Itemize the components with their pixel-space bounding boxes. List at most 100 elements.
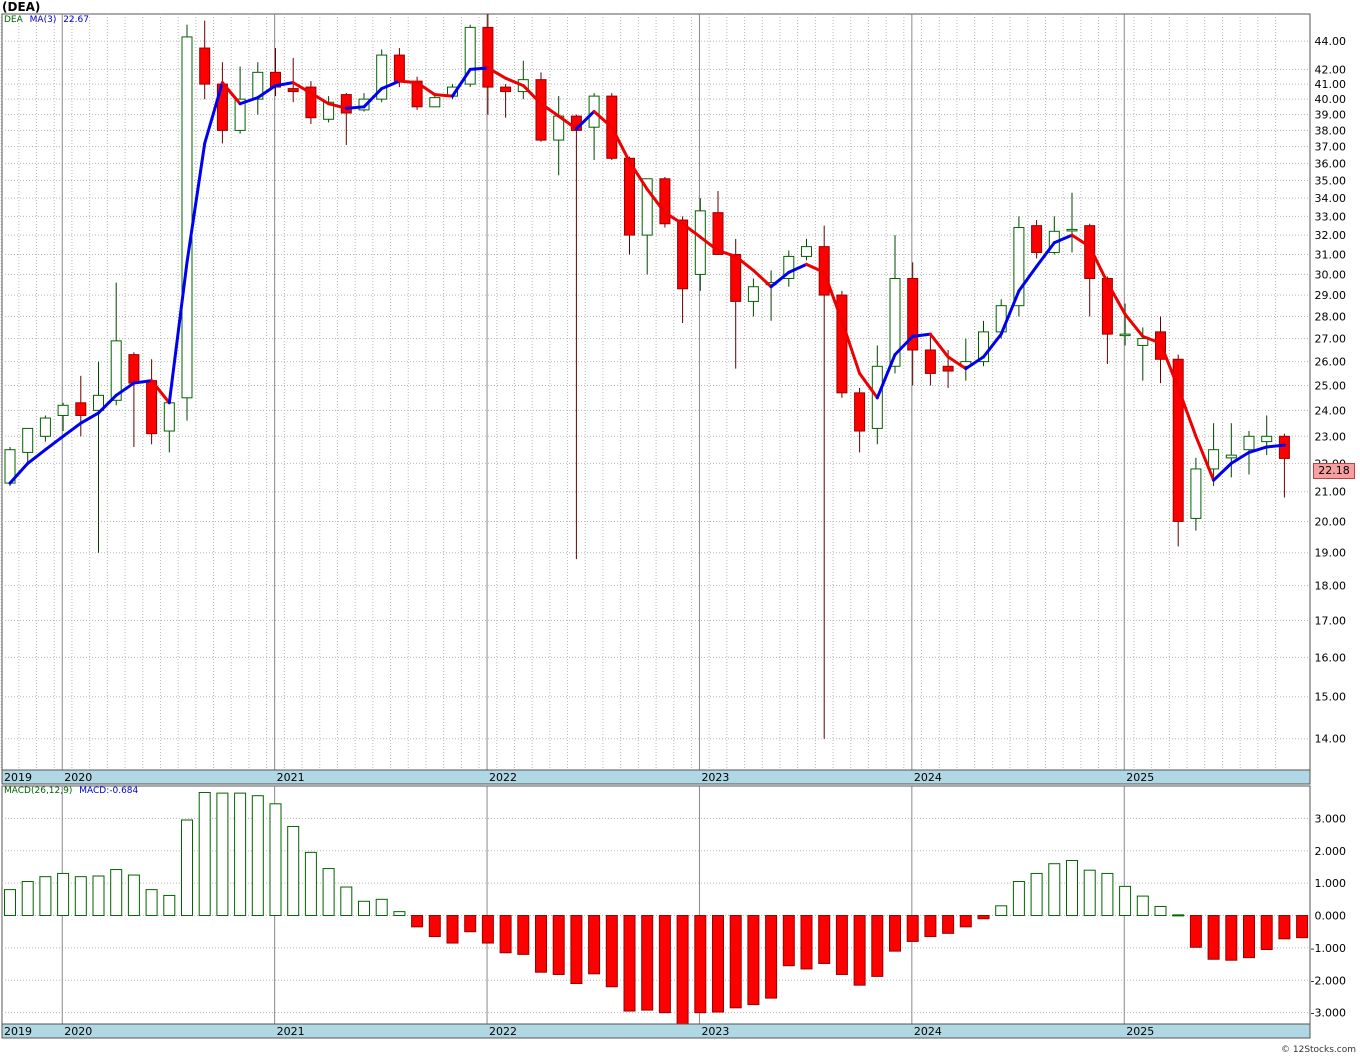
macd-bar <box>1154 905 1167 917</box>
candle-body <box>677 219 689 290</box>
price-tick-label: 38.00 <box>1315 124 1347 137</box>
price-tick-label: 29.00 <box>1315 289 1347 302</box>
macd-bar <box>889 915 901 952</box>
macd-bar <box>1119 885 1132 917</box>
candle-body <box>1243 435 1255 451</box>
macd-tick-label: -1.000 <box>1311 942 1346 955</box>
last-price-label: 22.18 <box>1313 463 1355 479</box>
price-tick-label: 21.00 <box>1315 486 1347 499</box>
macd-bar <box>340 886 353 917</box>
candle-body <box>146 380 158 435</box>
macd-bar <box>729 915 742 1009</box>
candle-body <box>57 404 69 416</box>
macd-bar <box>145 889 158 917</box>
macd-bar <box>658 915 671 1014</box>
candle-body <box>482 26 494 88</box>
macd-bar <box>765 915 778 999</box>
candle-body <box>942 365 954 372</box>
candle-body <box>393 54 405 82</box>
macd-plot-area <box>1 785 1311 1025</box>
price-tick-label: 40.00 <box>1315 93 1347 106</box>
price-tick-label: 37.00 <box>1315 141 1347 154</box>
macd-bar <box>517 915 530 955</box>
price-tick-label: 24.00 <box>1315 404 1347 417</box>
macd-bar <box>251 795 264 917</box>
macd-tick-label: 1.000 <box>1315 877 1347 890</box>
candle-body <box>75 402 87 416</box>
macd-bar <box>570 915 583 985</box>
macd-panel: 3.000 2.000 1.000 0.000 -1.000 -2.000 -3.000 20… <box>1 785 1347 1039</box>
price-tick-label: 30.00 <box>1315 268 1347 281</box>
macd-tick-label: 2.000 <box>1315 845 1347 858</box>
macd-bar <box>959 915 972 928</box>
price-tick-label: 15.00 <box>1315 691 1347 704</box>
macd-bar <box>605 915 618 988</box>
macd-bar <box>782 915 795 967</box>
credit-text: © 12Stocks.com <box>1281 1045 1356 1055</box>
macd-bar <box>1260 915 1273 951</box>
macd-bar <box>1189 915 1202 948</box>
macd-bar <box>747 915 760 1006</box>
macd-bar <box>375 898 388 917</box>
candle-body <box>694 210 706 275</box>
price-tick-label: 33.00 <box>1315 210 1347 223</box>
ma3-segment <box>1265 443 1286 449</box>
macd-bar <box>499 915 512 954</box>
legend-ma-value: 22.67 <box>63 15 89 25</box>
macd-bar <box>1048 863 1061 917</box>
macd-bar <box>1278 915 1291 940</box>
macd-bar <box>446 915 459 944</box>
price-tick-label: 36.00 <box>1315 157 1347 170</box>
price-tick-label: 32.00 <box>1315 229 1347 242</box>
price-tick-label: 17.00 <box>1315 614 1347 627</box>
candle-body <box>199 47 211 85</box>
candle-body <box>747 286 759 302</box>
macd-bar <box>181 819 193 917</box>
macd-bar <box>1083 869 1096 917</box>
candle-body <box>39 417 51 437</box>
macd-bar <box>216 792 229 917</box>
price-tick-label: 42.00 <box>1315 63 1347 76</box>
macd-bar <box>623 915 636 1012</box>
candle-body <box>340 94 352 114</box>
macd-bar <box>1225 915 1238 961</box>
price-x-label: 2020 <box>64 771 92 784</box>
candle-body <box>1278 435 1290 459</box>
macd-bar <box>676 915 689 1027</box>
macd-bar <box>588 915 601 975</box>
macd-bar <box>924 915 937 938</box>
macd-bar <box>995 905 1008 917</box>
macd-bar <box>906 915 919 942</box>
price-tick-label: 25.00 <box>1315 379 1347 392</box>
macd-label: MACD(26,12,9) <box>4 786 73 796</box>
candle-body <box>22 427 34 453</box>
macd-bar <box>481 915 494 944</box>
candle-body <box>128 354 140 384</box>
candle-body <box>1119 333 1131 337</box>
macd-bar <box>977 915 990 920</box>
macd-bar <box>287 825 300 917</box>
candle-body <box>429 97 441 108</box>
macd-bar <box>74 876 87 917</box>
ma3-segment <box>397 79 419 85</box>
price-x-label: 2022 <box>489 771 517 784</box>
candle-body <box>1208 449 1220 470</box>
price-x-label: 2024 <box>914 771 942 784</box>
macd-bar <box>39 876 52 917</box>
candle-body <box>924 349 936 374</box>
macd-x-label: 2020 <box>64 1025 92 1038</box>
main-panel: 14.00 15.00 16.00 17.00 18.00 19.00 20.00 21.00… <box>0 13 1347 785</box>
macd-bar <box>835 915 848 975</box>
candle-body <box>730 253 742 302</box>
macd-bar <box>1136 895 1149 917</box>
macd-tick-label: 0.000 <box>1315 910 1347 923</box>
price-tick-label: 28.00 <box>1315 310 1347 323</box>
macd-legend: MACD(26,12,9) MACD:-0.684 <box>4 786 138 796</box>
macd-tick-label: -2.000 <box>1311 974 1346 987</box>
macd-bar <box>1101 872 1114 917</box>
candle-body <box>1031 225 1043 253</box>
macd-bar <box>269 803 282 917</box>
macd-bar <box>411 915 424 928</box>
macd-bar <box>393 911 406 917</box>
macd-bar <box>21 881 34 917</box>
